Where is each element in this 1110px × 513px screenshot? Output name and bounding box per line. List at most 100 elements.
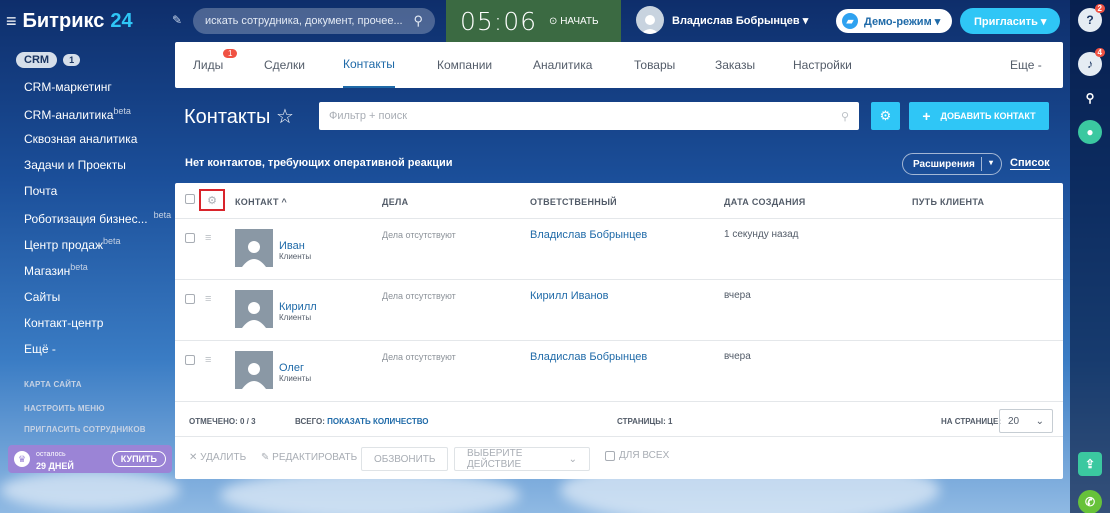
contact-name-link[interactable]: Кирилл [279, 301, 317, 313]
list-settings-button[interactable]: ⚙ [871, 102, 900, 130]
site-map-link[interactable]: КАРТА САЙТА [24, 380, 82, 389]
menu-item-crm-analytics[interactable]: CRM-аналитикаbeta [24, 106, 131, 122]
help-icon[interactable]: ? 2 [1078, 4, 1105, 32]
menu-burger-icon[interactable]: ≡ [6, 11, 17, 32]
contact-deals: Дела отсутствуют [382, 230, 456, 240]
pin-icon[interactable]: ✎ [172, 13, 182, 27]
menu-item-shop[interactable]: Магазинbeta [24, 262, 88, 278]
trial-buy-box: ♛ осталось 29 ДНЕЙ КУПИТЬ [8, 445, 172, 473]
tab-deals[interactable]: Сделки [264, 42, 305, 88]
for-all-label: ДЛЯ ВСЕХ [619, 450, 670, 461]
drag-handle-icon[interactable]: ≡ [205, 232, 211, 244]
responsible-link[interactable]: Кирилл Иванов [530, 290, 609, 302]
user-menu[interactable]: Владислав Бобрынцев ▾ [636, 6, 808, 34]
plus-icon: + [922, 108, 931, 124]
table-row[interactable]: ≡ Иван Клиенты Дела отсутствуют Владисла… [175, 219, 1063, 280]
beta-label: beta [113, 106, 131, 116]
contact-name-link[interactable]: Олег [279, 362, 304, 374]
menu-item-mail[interactable]: Почта [24, 184, 57, 198]
tab-analytics[interactable]: Аналитика [533, 42, 592, 88]
tab-companies[interactable]: Компании [437, 42, 492, 88]
chevron-down-icon: ⌄ [1035, 415, 1044, 427]
row-checkbox[interactable] [185, 355, 195, 365]
choose-action-select[interactable]: ВЫБЕРИТЕ ДЕЙСТВИЕ ⌄ [454, 447, 590, 471]
show-count-link[interactable]: ПОКАЗАТЬ КОЛИЧЕСТВО [327, 417, 428, 426]
for-all-toggle[interactable]: ДЛЯ ВСЕХ [605, 450, 669, 461]
column-contact[interactable]: КОНТАКТ ^ [235, 197, 287, 207]
search-rail-icon[interactable]: ⚲ [1078, 86, 1102, 110]
column-settings-highlight[interactable]: ⚙ [199, 189, 225, 211]
phone-icon[interactable]: ✆ [1078, 490, 1102, 513]
extensions-label: Расширения [913, 158, 975, 170]
demo-mode-button[interactable]: ▰ Демо-режим ▾ [836, 9, 953, 33]
global-search-input[interactable]: искать сотрудника, документ, прочее... ⚲ [193, 8, 435, 34]
invite-label: Пригласить ▾ [974, 15, 1047, 28]
tab-settings[interactable]: Настройки [793, 42, 852, 88]
open-lines-icon[interactable]: ⇪ [1078, 452, 1102, 476]
menu-item-end-to-end-analytics[interactable]: Сквозная аналитика [24, 132, 137, 146]
menu-item-tasks[interactable]: Задачи и Проекты [24, 158, 126, 172]
row-checkbox[interactable] [185, 294, 195, 304]
created-date: вчера [724, 351, 751, 362]
menu-item-label: Центр продаж [24, 238, 103, 252]
responsible-link[interactable]: Владислав Бобрынцев [530, 229, 647, 241]
table-row[interactable]: ≡ Олег Клиенты Дела отсутствуют Владисла… [175, 341, 1063, 402]
crm-count-badge: 1 [63, 54, 81, 66]
row-checkbox[interactable] [185, 233, 195, 243]
edit-button[interactable]: ✎ РЕДАКТИРОВАТЬ [261, 452, 357, 463]
search-placeholder: искать сотрудника, документ, прочее... [205, 15, 403, 27]
filter-search-input[interactable]: Фильтр + поиск ⚲ [319, 102, 859, 130]
tab-leads[interactable]: Лиды 1 [193, 42, 238, 88]
column-created[interactable]: ДАТА СОЗДАНИЯ [724, 197, 806, 207]
column-responsible[interactable]: ОТВЕТСТВЕННЫЙ [530, 197, 617, 207]
search-icon[interactable]: ⚲ [413, 13, 423, 29]
trial-days-label: 29 ДНЕЙ [36, 461, 74, 471]
call-button[interactable]: ОБЗВОНИТЬ [361, 447, 449, 471]
left-menu: CRM 1 CRM-маркетинг CRM-аналитикаbeta Ск… [0, 42, 175, 513]
list-view-link[interactable]: Список [1010, 157, 1050, 170]
menu-item-sites[interactable]: Сайты [24, 290, 60, 304]
created-date: 1 секунду назад [724, 229, 799, 240]
column-client-path[interactable]: ПУТЬ КЛИЕНТА [912, 197, 984, 207]
contact-name-link[interactable]: Иван [279, 240, 305, 252]
menu-item-contact-center[interactable]: Контакт-центр [24, 316, 103, 330]
gear-icon: ⚙ [207, 194, 217, 207]
invite-button[interactable]: Пригласить ▾ [960, 8, 1061, 34]
clock-time: 05:06 [460, 6, 538, 36]
chevron-down-icon[interactable]: ▾ [989, 158, 993, 167]
bell-icon[interactable]: ♪ 4 [1078, 48, 1105, 76]
menu-item-crm-marketing[interactable]: CRM-маркетинг [24, 80, 112, 94]
per-page-select[interactable]: 20 ⌄ [999, 409, 1053, 433]
work-day-clock[interactable]: 05:06 ⊙ НАЧАТЬ [446, 0, 621, 42]
filter-placeholder: Фильтр + поиск [329, 110, 408, 122]
buy-button[interactable]: КУПИТЬ [111, 451, 166, 467]
table-row[interactable]: ≡ Кирилл Клиенты Дела отсутствуют Кирилл… [175, 280, 1063, 341]
tab-more[interactable]: Еще - [1010, 42, 1042, 88]
for-all-checkbox[interactable] [605, 450, 615, 461]
responsible-link[interactable]: Владислав Бобрынцев [530, 351, 647, 363]
drag-handle-icon[interactable]: ≡ [205, 293, 211, 305]
chevron-down-icon: ⌄ [568, 453, 577, 465]
start-workday-button[interactable]: ⊙ НАЧАТЬ [549, 16, 599, 27]
delete-button[interactable]: ✕ УДАЛИТЬ [189, 452, 246, 463]
crm-menu-header[interactable]: CRM 1 [16, 52, 81, 68]
invite-employees-link[interactable]: ПРИГЛАСИТЬ СОТРУДНИКОВ [24, 425, 146, 434]
tab-orders[interactable]: Заказы [715, 42, 755, 88]
menu-item-sales-center[interactable]: Центр продажbeta [24, 236, 121, 252]
menu-item-more[interactable]: Ещё - [24, 342, 56, 356]
beta-label: beta [102, 236, 121, 246]
filter-search-icon[interactable]: ⚲ [841, 110, 849, 123]
menu-item-label: CRM-аналитика [24, 108, 114, 122]
configure-menu-link[interactable]: НАСТРОИТЬ МЕНЮ [24, 404, 105, 413]
user-rail-icon[interactable]: ● [1078, 120, 1102, 144]
bitrix-logo[interactable]: ≡ Битрикс 24 [6, 10, 133, 33]
select-all-checkbox[interactable] [185, 194, 195, 204]
drag-handle-icon[interactable]: ≡ [205, 354, 211, 366]
column-deals[interactable]: ДЕЛА [382, 197, 408, 207]
tab-label: Аналитика [533, 58, 593, 72]
tab-products[interactable]: Товары [634, 42, 675, 88]
tab-contacts[interactable]: Контакты [343, 42, 395, 88]
menu-item-robotization[interactable]: Роботизация бизнес... beta [24, 210, 171, 226]
extensions-button[interactable]: Расширения ▾ [902, 153, 1002, 175]
add-contact-button[interactable]: + ДОБАВИТЬ КОНТАКТ [909, 102, 1049, 130]
